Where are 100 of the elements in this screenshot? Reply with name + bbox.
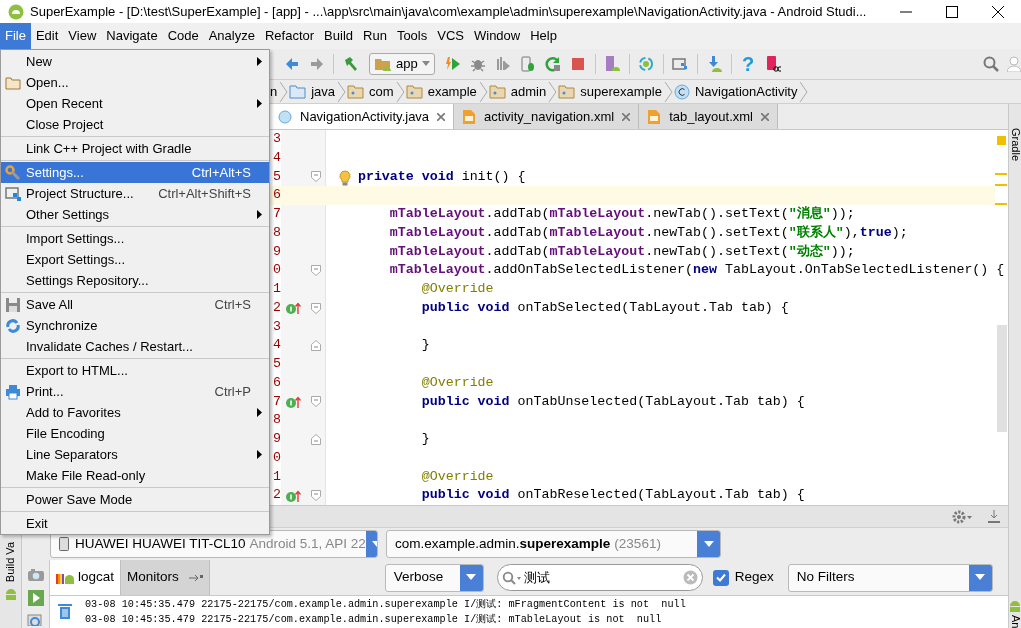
menu-item[interactable]: Link C++ Project with Gradle (1, 138, 269, 159)
menu-item[interactable]: Print... Ctrl+P (1, 381, 269, 402)
phone-android-icon[interactable] (604, 56, 621, 72)
shortcut-text: Ctrl+Alt+Shift+S (158, 185, 251, 202)
hide-panel-icon[interactable] (988, 509, 1000, 524)
menu-bar-item[interactable]: Refactor (259, 23, 320, 49)
run-configuration-dropdown[interactable]: app (369, 53, 435, 75)
panel-tab[interactable]: logcat (50, 560, 122, 595)
menu-item[interactable]: Line Separators (1, 444, 269, 465)
play-icon[interactable] (27, 590, 44, 606)
search-field[interactable]: 测试 (496, 564, 703, 591)
menu-bar-item[interactable]: Run (358, 23, 392, 49)
breadcrumb-item[interactable]: NavigationActivity (692, 83, 800, 100)
tool-window-tab[interactable]: Gradle (1008, 128, 1021, 162)
checkbox-label: Regex (734, 569, 774, 586)
menu-item[interactable]: Power Save Mode (1, 489, 269, 510)
line-number: 0 (273, 262, 281, 278)
menu-item[interactable]: Synchronize (1, 315, 269, 336)
menu-item[interactable]: Close Project (1, 114, 269, 135)
maximize-icon[interactable] (946, 5, 958, 18)
menu-bar-item[interactable]: Window (468, 23, 526, 49)
menu-item[interactable]: Export Settings... (1, 249, 269, 270)
editor-tab[interactable]: NavigationActivity.java (270, 104, 455, 129)
regex-checkbox[interactable] (712, 569, 729, 586)
forward-arrow-icon[interactable] (308, 56, 325, 72)
process-dropdown[interactable]: com.example.admin.superexample (23561) (386, 530, 721, 558)
fold-icon[interactable] (310, 265, 321, 277)
hammer-icon[interactable] (342, 56, 359, 72)
menu-bar-item[interactable]: Code (162, 23, 204, 49)
fold-end-icon[interactable] (310, 340, 321, 352)
breadcrumb-item[interactable]: superexample (578, 83, 664, 100)
menu-item[interactable]: New (1, 51, 269, 72)
fold-icon[interactable] (310, 396, 321, 408)
stop-icon[interactable] (570, 56, 587, 72)
fold-icon[interactable] (310, 171, 321, 183)
screen-search-icon[interactable] (26, 614, 45, 626)
menu-bar-item[interactable]: Edit (30, 23, 64, 49)
dropdown-arrow-icon[interactable] (703, 540, 714, 548)
menu-bar-item[interactable]: Tools (391, 23, 433, 49)
run-icon[interactable] (445, 56, 462, 72)
clear-icon[interactable] (682, 570, 698, 585)
line-number: 4 (273, 337, 281, 353)
dropdown-arrow-icon[interactable] (975, 574, 986, 581)
phone-link-icon[interactable] (765, 56, 782, 72)
editor-tab[interactable]: activity_navigation.xml (454, 104, 640, 129)
menu-bar-item[interactable]: VCS (432, 23, 469, 49)
code-line: @Override (420, 467, 494, 486)
menu-item[interactable]: Add to Favorites (1, 402, 269, 423)
menu-item[interactable]: Open Recent (1, 93, 269, 114)
layout-icon[interactable] (672, 56, 689, 72)
menu-bar-item[interactable]: Navigate (101, 23, 163, 49)
search-icon[interactable] (501, 570, 522, 585)
breadcrumb-item[interactable]: com (367, 83, 396, 100)
breadcrumb-item[interactable]: example (425, 83, 479, 100)
menu-item[interactable]: Settings... Ctrl+Alt+S (1, 162, 269, 183)
menu-item[interactable]: File Encoding (1, 423, 269, 444)
camera-icon[interactable] (26, 568, 45, 582)
xml-file-icon (647, 108, 662, 125)
user-icon[interactable] (1007, 56, 1021, 72)
search-icon[interactable] (982, 56, 999, 72)
menu-item[interactable]: Import Settings... (1, 228, 269, 249)
menu-bar-item[interactable]: View (63, 23, 102, 49)
menu-item[interactable]: Make File Read-only (1, 465, 269, 486)
menu-bar-item[interactable]: File (0, 23, 31, 49)
pin-icon[interactable] (188, 573, 203, 582)
menu-item[interactable]: Project Structure... Ctrl+Alt+Shift+S (1, 183, 269, 204)
trash-icon[interactable] (57, 602, 73, 620)
sync-icon[interactable] (638, 56, 655, 72)
fold-icon[interactable] (310, 302, 321, 314)
breadcrumb-item[interactable]: admin (508, 83, 549, 100)
menu-item[interactable]: Open... (1, 72, 269, 93)
chevron-icon (799, 80, 810, 103)
fold-end-icon[interactable] (310, 433, 321, 445)
menu-item[interactable]: Export to HTML... (1, 360, 269, 381)
code-line: public void onTabSelected(TabLayout.Tab tab) { (420, 298, 789, 317)
breadcrumb-item[interactable]: java (309, 83, 338, 100)
tool-window-tab[interactable]: An (1008, 614, 1021, 628)
menu-item[interactable]: Save All Ctrl+S (1, 294, 269, 315)
line-number: 0 (273, 449, 281, 465)
panel-tab[interactable]: Monitors (121, 560, 210, 595)
bars-icon[interactable] (495, 56, 512, 72)
gear-icon[interactable] (952, 509, 972, 524)
download-android-icon[interactable] (706, 56, 723, 72)
menu-item[interactable]: Settings Repository... (1, 270, 269, 291)
menu-item[interactable]: Invalidate Caches / Restart... (1, 336, 269, 357)
menu-bar-item[interactable]: Analyze (203, 23, 260, 49)
log-level-dropdown[interactable]: Verbose (384, 563, 484, 592)
menu-bar-item[interactable]: Build (319, 23, 358, 49)
tool-window-tab[interactable]: Build Va (3, 541, 18, 582)
filter-dropdown[interactable]: No Filters (787, 563, 993, 592)
fold-icon[interactable] (310, 490, 321, 502)
editor-tab[interactable]: tab_layout.xml (639, 104, 778, 129)
menu-bar-item[interactable]: Help (525, 23, 562, 49)
code-line: @Override (420, 280, 494, 298)
search-input[interactable]: 测试 (521, 569, 672, 586)
dropdown-arrow-icon[interactable] (466, 574, 477, 581)
phone-bug-icon[interactable] (520, 56, 537, 72)
menu-item[interactable]: Other Settings (1, 204, 269, 225)
close-icon[interactable] (992, 5, 1004, 18)
rerun-icon[interactable] (545, 56, 562, 72)
